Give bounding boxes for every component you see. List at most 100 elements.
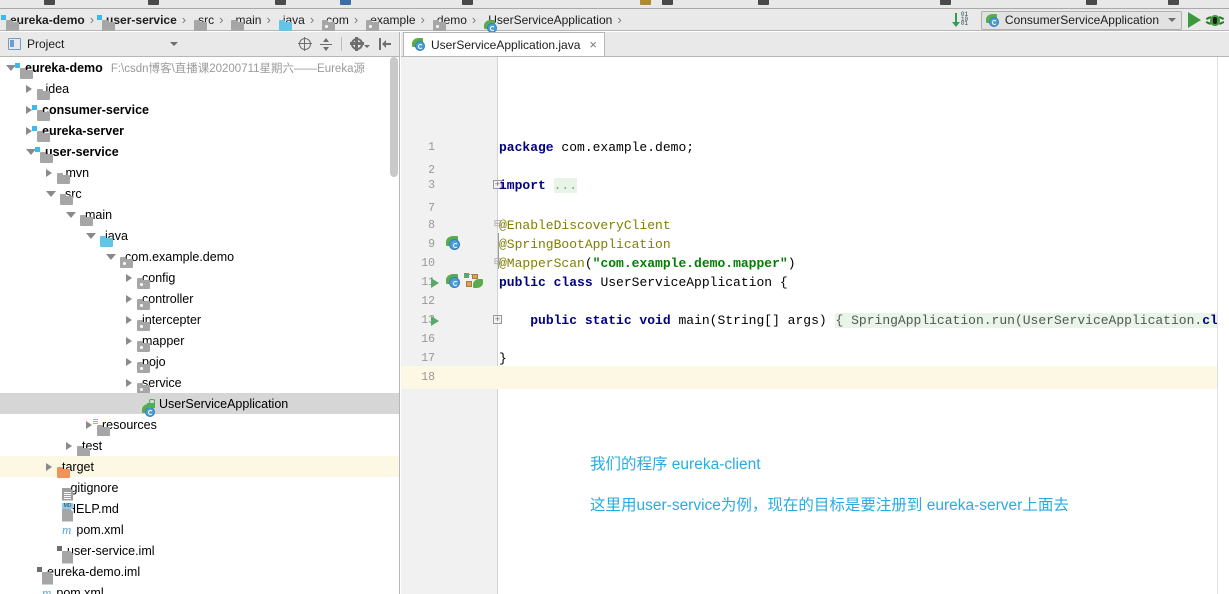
twisty-collapsed-icon[interactable] bbox=[126, 357, 132, 366]
run-gutter-icon[interactable] bbox=[431, 278, 439, 288]
tree-node-service[interactable]: service bbox=[0, 372, 399, 394]
code-text[interactable]: package com.example.demo; bbox=[499, 136, 694, 159]
breadcrumb-item-user-service[interactable]: user-service bbox=[98, 9, 179, 31]
debug-icon[interactable] bbox=[1205, 13, 1225, 28]
expand-all-icon[interactable] bbox=[320, 37, 332, 51]
project-tool-window-title[interactable]: Project bbox=[0, 37, 179, 51]
twisty-collapsed-icon[interactable] bbox=[126, 294, 132, 303]
tree-node-eureka-demo[interactable]: eureka-demo F:\csdn博客\直播课20200711星期六——Eur… bbox=[0, 57, 399, 79]
tree-node-label: user-service.iml bbox=[67, 543, 155, 558]
breadcrumb-item-java[interactable]: java bbox=[275, 9, 307, 31]
editor-scrollbar[interactable] bbox=[1217, 57, 1229, 594]
toolbar-icon[interactable] bbox=[275, 0, 286, 5]
breadcrumb-item-com[interactable]: com bbox=[318, 9, 351, 31]
tree-node-label: eureka-demo bbox=[25, 60, 103, 75]
spring-bean-gutter-icon[interactable] bbox=[446, 236, 462, 250]
tree-node-main[interactable]: main bbox=[0, 204, 399, 226]
run-icon[interactable] bbox=[1188, 12, 1201, 28]
breadcrumb-item-example[interactable]: example bbox=[362, 9, 417, 31]
close-icon[interactable]: × bbox=[589, 38, 597, 51]
tree-node-java[interactable]: java bbox=[0, 225, 399, 247]
tree-node-pom.xml[interactable]: m pom.xml bbox=[0, 519, 399, 540]
tree-node-controller[interactable]: controller bbox=[0, 288, 399, 310]
tree-node-.mvn[interactable]: .mvn bbox=[0, 162, 399, 184]
project-scrollbar[interactable] bbox=[390, 57, 398, 594]
tree-node-config[interactable]: config bbox=[0, 267, 399, 289]
breadcrumb-item-eureka-demo[interactable]: eureka-demo bbox=[2, 9, 87, 31]
tree-node-src[interactable]: src bbox=[0, 183, 399, 205]
tree-node-resources[interactable]: resources bbox=[0, 414, 399, 436]
code-text[interactable]: import ... bbox=[499, 174, 578, 197]
toolbar-icon[interactable] bbox=[1168, 0, 1179, 5]
hide-panel-icon[interactable] bbox=[379, 38, 391, 50]
spring-bean-gutter-icon[interactable] bbox=[446, 274, 462, 288]
tree-node-pojo[interactable]: pojo bbox=[0, 351, 399, 373]
tree-node-.idea[interactable]: .idea bbox=[0, 78, 399, 100]
code-editor[interactable]: 1 package com.example.demo; 2 3 + import ... 7… bbox=[401, 57, 1229, 594]
twisty-collapsed-icon[interactable] bbox=[126, 273, 132, 282]
toolbar-icon[interactable] bbox=[1086, 0, 1097, 5]
toolbar-icon[interactable] bbox=[340, 0, 351, 5]
project-icon bbox=[8, 38, 21, 50]
annotation-text: 这里用user-service为例，现在的目标是要注册到 eureka-serv… bbox=[590, 497, 1069, 514]
toolbar-icon[interactable] bbox=[44, 0, 55, 5]
tree-node-pom.xml[interactable]: m pom.xml bbox=[0, 582, 399, 594]
editor-tab-label: UserServiceApplication.java bbox=[431, 37, 581, 52]
twisty-expanded-icon[interactable] bbox=[66, 211, 76, 218]
idea-window: eureka-demo › user-service › src › main › java › c… bbox=[0, 0, 1229, 594]
run-configuration-selector[interactable]: ConsumerServiceApplication bbox=[980, 10, 1182, 30]
toolbar-icon[interactable] bbox=[940, 0, 951, 5]
toolbar-icon[interactable] bbox=[662, 0, 673, 5]
toolbar-icon[interactable] bbox=[640, 0, 651, 5]
collapse-all-icon[interactable] bbox=[298, 37, 312, 51]
tree-node-userserviceapplication[interactable]: UserServiceApplication bbox=[0, 393, 399, 417]
breadcrumb-separator: › bbox=[181, 12, 187, 27]
twisty-expanded-icon[interactable] bbox=[106, 253, 116, 260]
toolbar-icon[interactable] bbox=[148, 0, 159, 5]
breadcrumb-item-main[interactable]: main bbox=[227, 9, 263, 31]
twisty-collapsed-icon[interactable] bbox=[126, 315, 132, 324]
tree-node-consumer-service[interactable]: consumer-service bbox=[0, 99, 399, 121]
project-scrollbar-thumb[interactable] bbox=[390, 57, 398, 177]
tree-node-eureka-server[interactable]: eureka-server bbox=[0, 120, 399, 142]
breadcrumb-item-demo[interactable]: demo bbox=[429, 9, 469, 31]
spring-config-gutter-icon[interactable] bbox=[464, 273, 483, 288]
chevron-down-icon[interactable] bbox=[1168, 18, 1176, 22]
chevron-down-icon[interactable] bbox=[170, 42, 179, 46]
breadcrumb-item-src[interactable]: src bbox=[190, 9, 216, 31]
tree-node-user-service[interactable]: user-service bbox=[0, 141, 399, 163]
twisty-expanded-icon[interactable] bbox=[86, 232, 96, 239]
tree-node-icon: m bbox=[62, 523, 71, 537]
maven-file-icon: m bbox=[42, 584, 52, 594]
twisty-collapsed-icon[interactable] bbox=[126, 378, 132, 387]
twisty-collapsed-icon[interactable] bbox=[46, 462, 52, 471]
tree-node-.gitignore[interactable]: .gitignore bbox=[0, 477, 399, 501]
breadcrumb-item-userserviceapplication[interactable]: UserServiceApplication bbox=[480, 9, 614, 33]
tree-node-label: eureka-server bbox=[42, 123, 125, 138]
toolbar-icon[interactable] bbox=[758, 0, 769, 5]
twisty-collapsed-icon[interactable] bbox=[26, 84, 32, 93]
gear-icon[interactable] bbox=[349, 36, 364, 51]
spring-class-icon bbox=[985, 13, 1000, 27]
tree-node-user-service.iml[interactable]: user-service.iml bbox=[0, 540, 399, 564]
twisty-collapsed-icon[interactable] bbox=[66, 441, 72, 450]
twisty-collapsed-icon[interactable] bbox=[126, 336, 132, 345]
tree-node-intercepter[interactable]: intercepter bbox=[0, 309, 399, 331]
tree-node-target[interactable]: target bbox=[0, 456, 399, 478]
breadcrumb-separator: › bbox=[420, 12, 425, 27]
download-dependencies-icon[interactable]: 01 10 01 bbox=[952, 12, 975, 27]
tree-node-eureka-demo.iml[interactable]: eureka-demo.iml bbox=[0, 561, 399, 585]
project-tree-panel[interactable]: eureka-demo F:\csdn博客\直播课20200711星期六——Eur… bbox=[0, 57, 400, 594]
run-gutter-icon[interactable] bbox=[431, 316, 439, 326]
tree-node-test[interactable]: test bbox=[0, 435, 399, 457]
editor-tab[interactable]: UserServiceApplication.java × bbox=[403, 32, 605, 56]
tree-node-com.example.demo[interactable]: com.example.demo bbox=[0, 246, 399, 268]
tree-node-mapper[interactable]: mapper bbox=[0, 330, 399, 352]
twisty-collapsed-icon[interactable] bbox=[46, 168, 52, 177]
tree-node-help.md[interactable]: MD HELP.md bbox=[0, 498, 399, 522]
twisty-expanded-icon[interactable] bbox=[46, 190, 56, 197]
chevron-down-icon[interactable] bbox=[364, 45, 370, 48]
toolbar-icon[interactable] bbox=[462, 0, 473, 5]
twisty-collapsed-icon[interactable] bbox=[86, 420, 92, 429]
tree-node-label: intercepter bbox=[142, 312, 202, 327]
